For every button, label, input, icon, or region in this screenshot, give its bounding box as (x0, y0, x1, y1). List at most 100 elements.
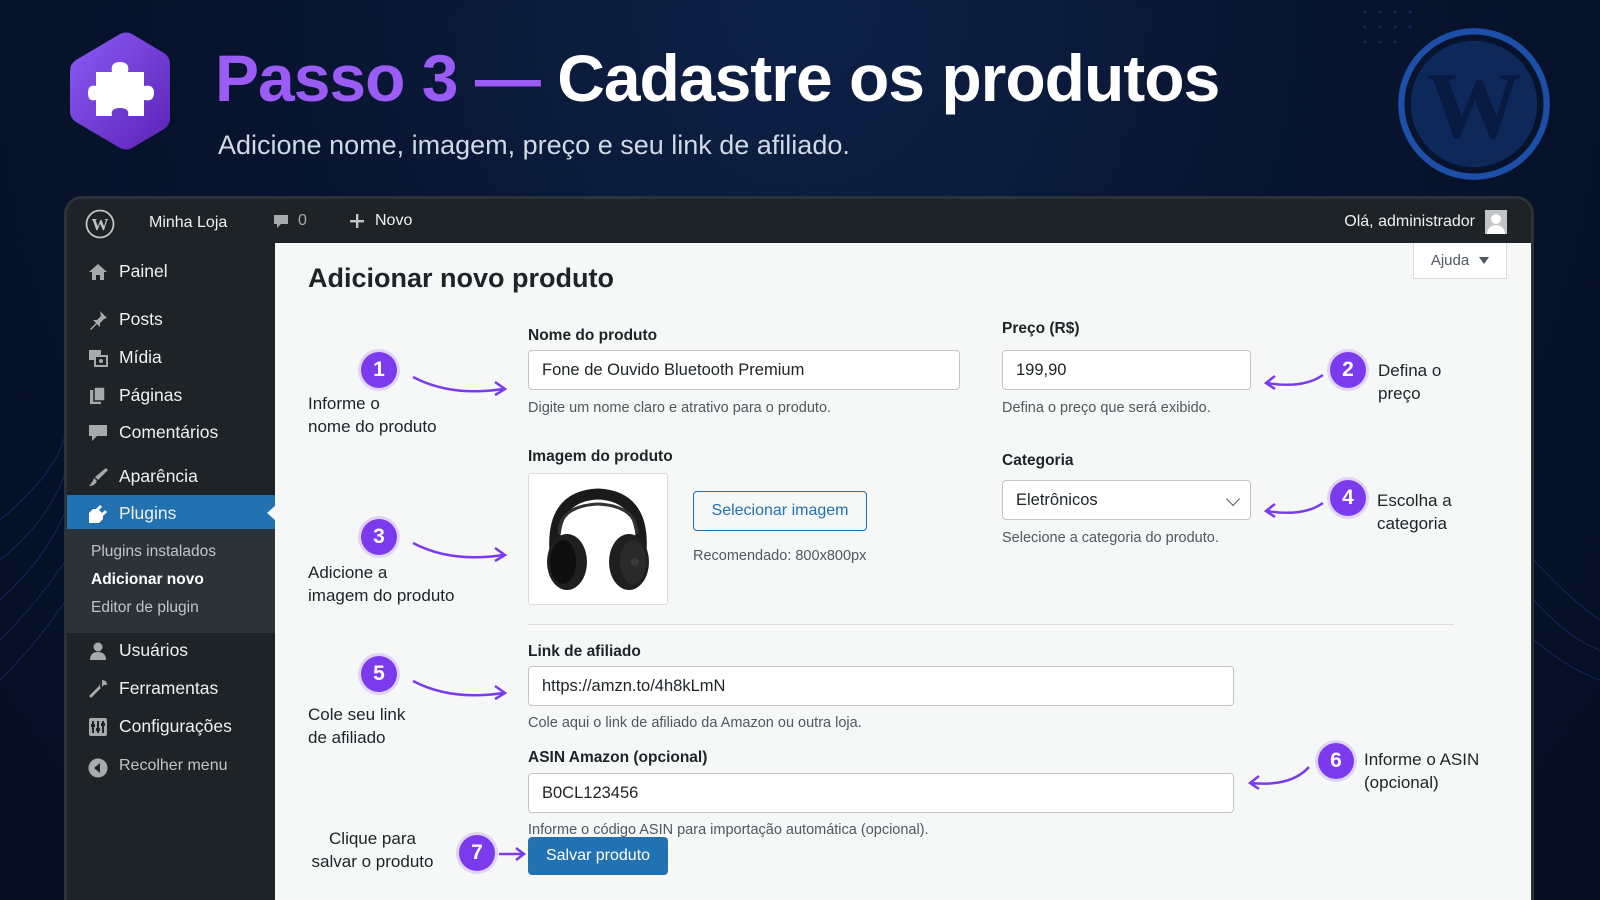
help-tab-button[interactable]: Ajuda (1413, 243, 1507, 279)
user-greeting: Olá, administrador (1344, 213, 1475, 230)
step-badge-3: 3 (361, 519, 397, 555)
collapse-arrow-icon (88, 758, 108, 778)
price-label: Preço (R$) (1002, 320, 1080, 337)
sidebar-item-painel[interactable]: Painel (67, 253, 275, 289)
step-badge-1: 1 (361, 352, 397, 388)
arrow-icon (1263, 373, 1324, 391)
comment-bubble-icon (274, 215, 288, 228)
note-line: Clique para (329, 829, 416, 848)
note-line: categoria (1377, 514, 1447, 533)
sidebar-item-paginas[interactable]: Páginas (67, 377, 275, 413)
category-description: Selecione a categoria do produto. (1002, 530, 1219, 546)
arrow-icon (1263, 501, 1324, 519)
category-label: Categoria (1002, 452, 1074, 469)
note-line: Informe o ASIN (1364, 750, 1480, 769)
sidebar-item-label: Plugins (119, 503, 177, 523)
sidebar-item-label: Posts (119, 309, 163, 329)
submenu-item-installed[interactable]: Plugins instalados (91, 543, 216, 561)
svg-text:W: W (1427, 53, 1522, 158)
submenu-item-add-new[interactable]: Adicionar novo (91, 571, 204, 589)
product-image-preview[interactable] (528, 473, 668, 605)
plus-icon (350, 214, 364, 228)
settings-icon (89, 718, 107, 736)
page-heading: Adicionar novo produto (308, 263, 614, 293)
wordpress-icon[interactable]: W (85, 209, 115, 239)
image-hint: Recomendado: 800x800px (693, 548, 867, 564)
sidebar-item-label: Configurações (119, 716, 232, 736)
product-image-label: Imagem do produto (528, 448, 673, 465)
sidebar-item-posts[interactable]: Posts (67, 301, 275, 337)
collapse-menu-button[interactable]: Recolher menu (67, 749, 275, 785)
asin-input[interactable]: B0CL123456 (528, 773, 1234, 813)
price-input[interactable]: 199,90 (1002, 350, 1251, 390)
new-content-link[interactable]: Novo (349, 212, 412, 230)
main-content: Ajuda Adicionar novo produto Nome do pro… (275, 243, 1531, 900)
pages-icon (90, 386, 106, 404)
affiliate-link-description: Cole aqui o link de afiliado da Amazon o… (528, 715, 862, 731)
plugin-icon (89, 505, 107, 523)
sidebar-item-configuracoes[interactable]: Configurações (67, 708, 275, 744)
step-note-3: Adicione a imagem do produto (308, 561, 454, 607)
step-badge-2: 2 (1330, 352, 1366, 388)
sidebar-item-label: Aparência (119, 466, 198, 486)
note-line: Defina o (1378, 361, 1442, 380)
arrow-icon (412, 541, 508, 563)
step-badge-6: 6 (1318, 743, 1354, 779)
sidebar-item-aparencia[interactable]: Aparência (67, 458, 275, 494)
pin-icon (90, 311, 107, 330)
select-image-button[interactable]: Selecionar imagem (693, 491, 867, 531)
step-badge-5: 5 (361, 656, 397, 692)
product-name-description: Digite um nome claro e atrativo para o p… (528, 400, 832, 416)
note-line: Escolha a (1377, 491, 1452, 510)
sidebar-item-midia[interactable]: Mídia (67, 339, 275, 375)
step-note-4: Escolha a categoria (1377, 489, 1452, 535)
sidebar-item-ferramentas[interactable]: Ferramentas (67, 670, 275, 706)
category-selected-value: Eletrônicos (1016, 490, 1098, 509)
category-select[interactable]: Eletrônicos (1002, 480, 1251, 520)
affiliate-link-input[interactable]: https://amzn.to/4h8kLmN (528, 666, 1234, 706)
arrow-icon (499, 847, 527, 861)
sidebar-item-usuarios[interactable]: Usuários (67, 632, 275, 668)
wp-admin-window: W Minha Loja 0 Novo Olá, administrador P… (64, 196, 1534, 900)
new-label: Novo (375, 212, 413, 229)
chevron-down-icon (1479, 257, 1490, 264)
sidebar-item-comentarios[interactable]: Comentários (67, 414, 275, 450)
sidebar-item-label: Usuários (119, 640, 189, 660)
title-dash: — (474, 41, 541, 115)
site-name-link[interactable]: Minha Loja (149, 214, 227, 232)
title-text: Cadastre os produtos (557, 41, 1220, 115)
wordpress-logo-icon: W (1398, 28, 1550, 180)
help-label: Ajuda (1430, 252, 1470, 269)
asin-label: ASIN Amazon (opcional) (528, 749, 708, 766)
product-name-input[interactable]: Fone de Ouvido Bluetooth Premium (528, 350, 960, 390)
price-description: Defina o preço que será exibido. (1002, 400, 1211, 416)
page-title: Passo 3 — Cadastre os produtos (215, 40, 1220, 116)
asin-description: Informe o código ASIN para importação au… (528, 822, 929, 838)
user-icon (90, 642, 106, 660)
sidebar-item-label: Ferramentas (119, 678, 219, 698)
affiliate-link-label: Link de afiliado (528, 643, 641, 660)
plugins-submenu: Plugins instalados Adicionar novo Editor… (67, 529, 275, 633)
chevron-down-icon (1225, 491, 1241, 507)
admin-bar: W Minha Loja 0 Novo Olá, administrador (67, 199, 1531, 247)
sidebar-item-label: Painel (119, 261, 168, 281)
sidebar-item-plugins[interactable]: Plugins (67, 495, 276, 531)
sidebar-item-label: Mídia (119, 347, 162, 367)
step-note-7: Clique para salvar o produto (305, 827, 440, 873)
submenu-item-editor[interactable]: Editor de plugin (91, 599, 199, 617)
comments-count: 0 (298, 212, 307, 229)
user-account-menu[interactable]: Olá, administrador (1344, 210, 1507, 234)
save-product-button[interactable]: Salvar produto (528, 837, 668, 875)
note-line: imagem do produto (308, 586, 455, 605)
arrow-icon (412, 375, 508, 397)
arrow-icon (412, 679, 508, 701)
note-line: salvar o produto (311, 852, 434, 871)
comments-link[interactable]: 0 (272, 212, 307, 230)
product-name-label: Nome do produto (528, 327, 658, 344)
step-note-2: Defina o preço (1378, 359, 1441, 405)
avatar (1485, 210, 1507, 234)
collapse-menu-label: Recolher menu (119, 757, 228, 774)
step-note-6: Informe o ASIN (opcional) (1364, 748, 1479, 794)
home-icon (89, 264, 107, 280)
arrow-icon (1247, 766, 1310, 791)
